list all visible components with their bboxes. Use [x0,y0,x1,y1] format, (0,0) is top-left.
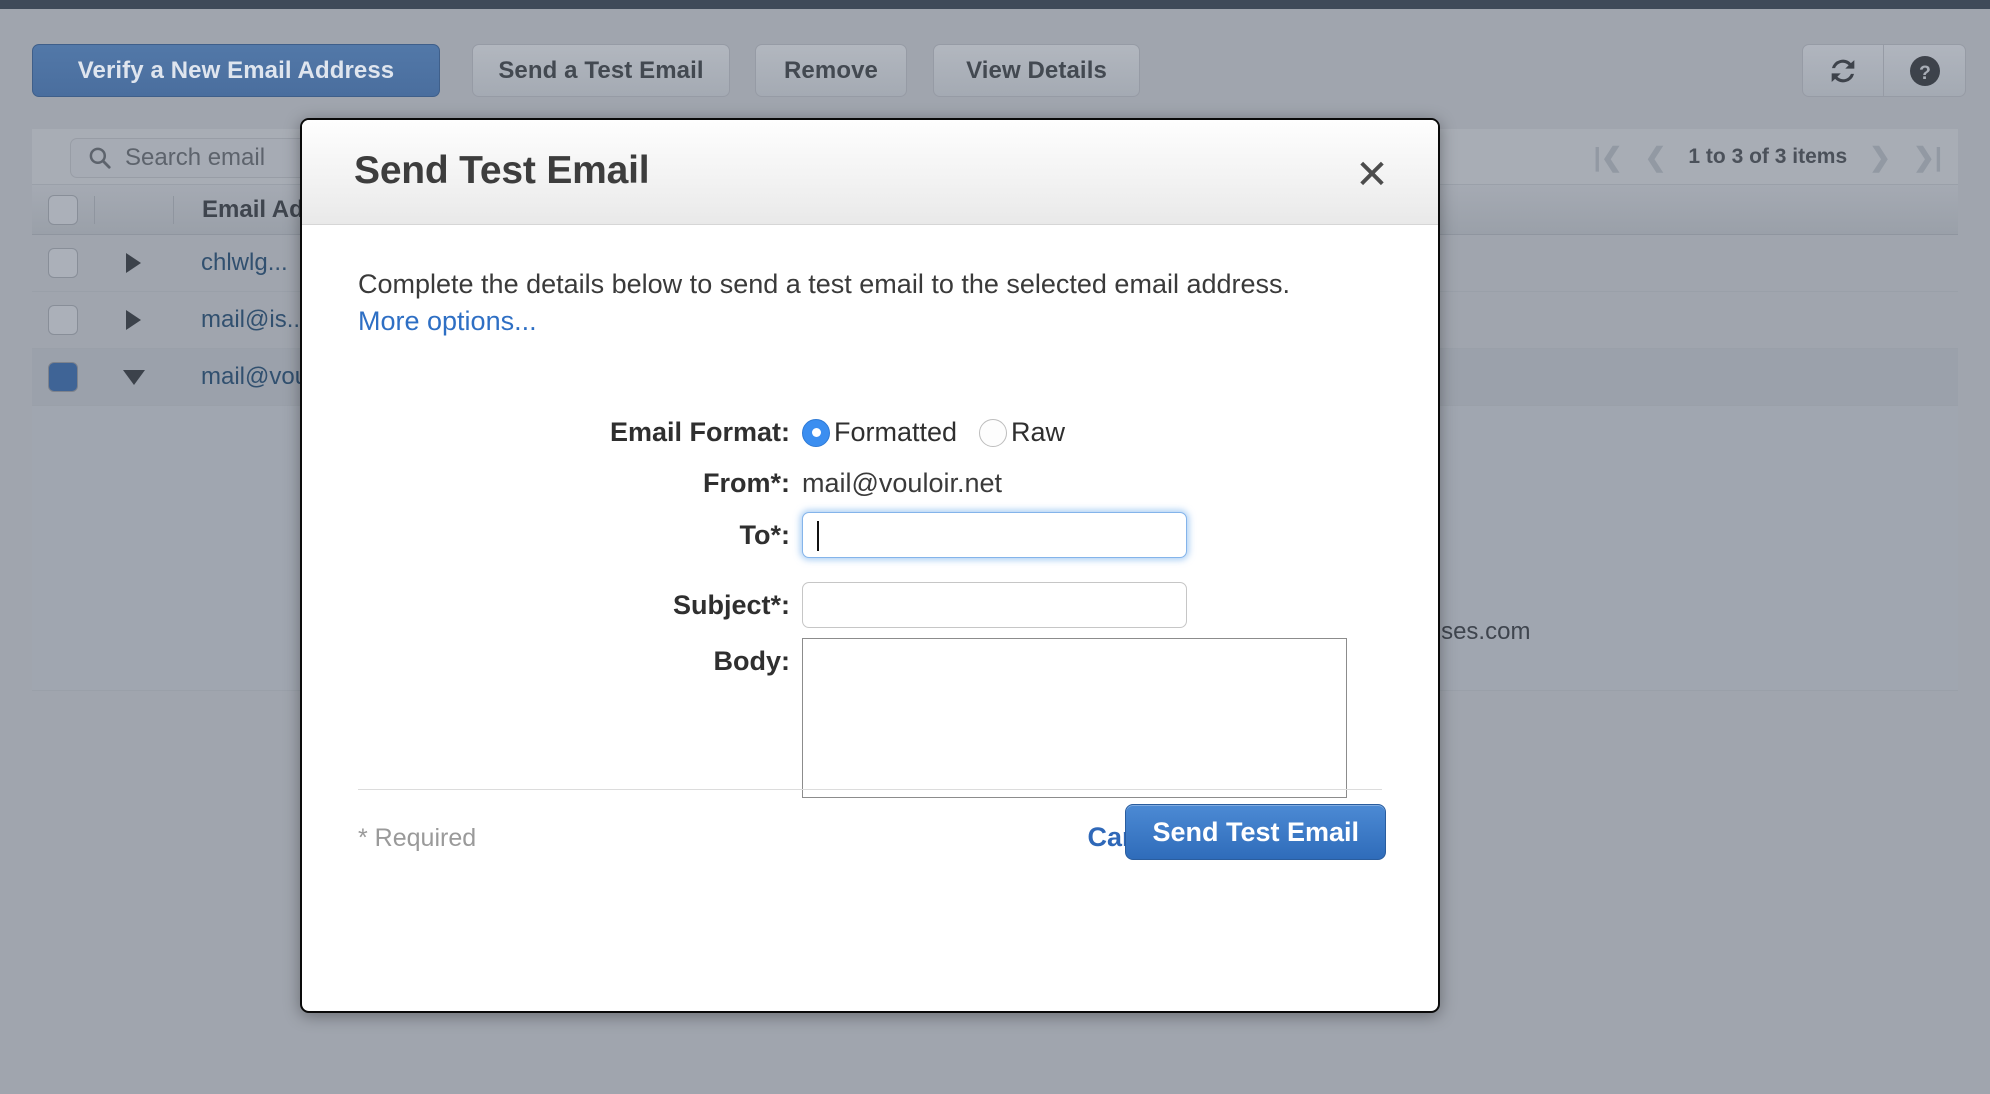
send-test-email-dialog: Send Test Email ✕ Complete the details b… [300,118,1440,1013]
dialog-title: Send Test Email [354,149,650,192]
radio-raw-indicator[interactable] [979,418,1008,447]
svg-text:?: ? [1919,61,1931,83]
radio-raw-label: Raw [1011,417,1066,447]
subject-input[interactable] [802,582,1187,628]
field-body: Body: [302,638,1438,798]
send-a-test-email-button[interactable]: Send a Test Email [472,44,730,97]
toolbar-icon-group: ? [1802,44,1966,97]
row-expand-toggle[interactable] [94,253,173,273]
more-options-link[interactable]: More options... [358,304,1378,339]
subject-label: Subject*: [672,590,790,620]
row-checkbox[interactable] [32,248,94,278]
verify-new-email-address-button[interactable]: Verify a New Email Address [32,44,440,97]
required-note: * Required [358,824,477,852]
toolbar: Verify a New Email Address Send a Test E… [0,44,1990,116]
help-icon: ? [1909,55,1940,86]
send-test-email-submit-button[interactable]: Send Test Email [1125,804,1386,860]
chevron-right-icon [126,310,141,330]
field-email-format: Email Format: Formatted Raw [302,417,1438,448]
from-value: mail@vouloir.net [802,468,1002,498]
radio-formatted[interactable]: Formatted [802,417,979,448]
help-button[interactable]: ? [1884,45,1965,96]
field-to: To*: [302,512,1438,558]
dialog-intro: Complete the details below to send a tes… [358,267,1378,338]
email-format-label: Email Format: [609,417,790,447]
text-caret [817,521,819,551]
dialog-body: Complete the details below to send a tes… [302,225,1438,910]
radio-formatted-indicator[interactable] [802,418,830,447]
to-label: To*: [739,520,790,550]
search-placeholder: Search email [125,144,266,171]
body-label: Body: [713,646,791,676]
view-details-button[interactable]: View Details [933,44,1140,97]
pagination: |❮ ❮ 1 to 3 of 3 items ❯ ❯| [1594,129,1966,185]
radio-formatted-label: Formatted [834,417,958,447]
field-subject: Subject*: [302,582,1438,628]
radio-raw[interactable]: Raw [979,417,1087,448]
search-icon [89,147,111,169]
chevron-down-icon [122,369,145,385]
first-page-icon[interactable]: |❮ [1594,142,1623,173]
dialog-footer: * Required Cancel Send Test Email [302,792,1438,910]
select-all-checkbox[interactable] [32,194,94,225]
last-page-icon[interactable]: ❯| [1913,142,1942,173]
to-input[interactable] [802,512,1187,558]
row-expand-toggle[interactable] [94,369,173,385]
row-checkbox[interactable] [32,305,94,335]
next-page-icon[interactable]: ❯ [1869,142,1891,173]
remove-button[interactable]: Remove [755,44,907,97]
pagination-label: 1 to 3 of 3 items [1688,145,1848,168]
row-checkbox[interactable] [32,362,94,392]
dialog-intro-text: Complete the details below to send a tes… [358,269,1291,299]
field-from: From*: mail@vouloir.net [302,468,1438,499]
footer-divider [358,789,1382,790]
from-label: From*: [703,468,790,498]
top-accent-bar [0,0,1990,9]
dialog-header: Send Test Email ✕ [302,120,1438,225]
body-textarea[interactable] [802,638,1347,798]
close-icon[interactable]: ✕ [1351,154,1393,196]
refresh-icon [1831,59,1855,82]
column-divider [94,195,95,224]
refresh-button[interactable] [1803,45,1884,96]
chevron-right-icon [126,253,141,273]
row-expand-toggle[interactable] [94,310,173,330]
previous-page-icon[interactable]: ❮ [1645,142,1667,173]
